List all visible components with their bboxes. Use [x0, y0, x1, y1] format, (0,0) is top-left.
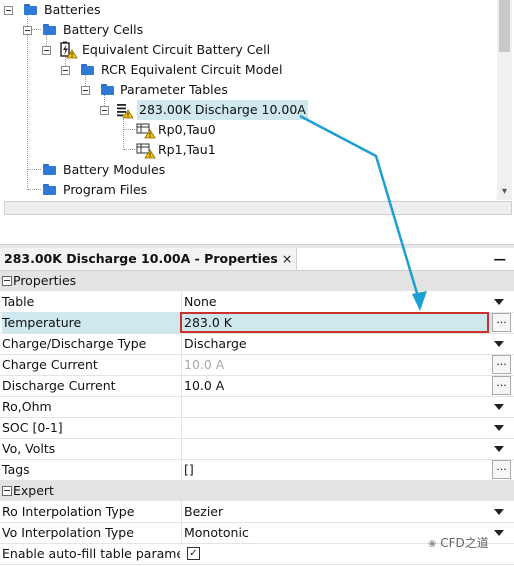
property-name: Ro Interpolation Type [2, 504, 135, 519]
category-properties[interactable]: Properties [0, 271, 514, 291]
property-value[interactable]: [] [181, 459, 492, 480]
property-value[interactable]: 10.0 A [181, 375, 492, 396]
property-value[interactable] [181, 438, 492, 459]
property-name: Discharge Current [2, 378, 116, 393]
property-row-vo-volts[interactable]: Vo, Volts [0, 438, 514, 460]
tree-item-label: 283.00K Discharge 10.00A [137, 100, 308, 120]
property-name: Ro,Ohm [2, 399, 52, 414]
table-warning-icon [136, 123, 156, 139]
collapse-icon[interactable] [23, 26, 32, 35]
property-row-ro-interpolation-type[interactable]: Ro Interpolation Type Bezier [0, 501, 514, 523]
property-row-charge-discharge-type[interactable]: Charge/Discharge Type Discharge [0, 333, 514, 355]
property-name: Vo, Volts [2, 441, 56, 456]
horizontal-scrollbar[interactable] [4, 201, 512, 215]
collapse-icon[interactable] [81, 86, 90, 95]
temperature-highlight-box [180, 312, 489, 333]
properties-tab[interactable]: 283.00K Discharge 10.00A - Properties × [0, 248, 298, 270]
dropdown-arrow-icon[interactable] [494, 509, 504, 515]
tree-item-label: Parameter Tables [120, 82, 228, 97]
minimize-icon[interactable]: — [494, 248, 507, 270]
ellipsis-button[interactable]: ... [492, 376, 511, 395]
property-row-table[interactable]: Table None [0, 291, 514, 313]
category-label: Expert [13, 483, 54, 498]
tree-item-label: RCR Equivalent Circuit Model [101, 62, 283, 77]
tree-item-label: Battery Modules [63, 162, 166, 177]
battery-warning-icon [60, 41, 78, 59]
ellipsis-button[interactable]: ... [492, 355, 511, 374]
ellipsis-button[interactable]: ... [492, 460, 511, 479]
tree-item-label: Program Files [63, 182, 148, 197]
property-name: Charge Current [2, 357, 98, 372]
dropdown-arrow-icon[interactable] [494, 446, 504, 452]
property-name: Vo Interpolation Type [2, 525, 134, 540]
property-value[interactable] [181, 417, 492, 438]
ellipsis-button[interactable]: ... [492, 313, 511, 332]
property-row-charge-current[interactable]: Charge Current 10.0 A ... [0, 354, 514, 376]
property-row-ro-ohm[interactable]: Ro,Ohm [0, 396, 514, 418]
tree-item-label: Rp1,Tau1 [158, 142, 216, 157]
tree-item-label: Rp0,Tau0 [158, 122, 216, 137]
tree-panel: Batteries Battery Cells Equivalent Circu… [0, 0, 514, 200]
property-name: Tags [2, 462, 30, 477]
property-row-tags[interactable]: Tags [] ... [0, 459, 514, 481]
property-name: Charge/Discharge Type [2, 336, 147, 351]
folder-icon [24, 4, 37, 15]
wechat-icon: ❀ [428, 539, 437, 550]
category-label: Properties [13, 273, 77, 288]
property-value[interactable]: 10.0 A [181, 354, 492, 375]
folder-icon [43, 24, 56, 35]
folder-icon [43, 164, 56, 175]
table-warning-icon [136, 143, 156, 159]
property-row-discharge-current[interactable]: Discharge Current 10.0 A ... [0, 375, 514, 397]
dropdown-arrow-icon[interactable] [494, 404, 504, 410]
watermark-text: CFD之道 [440, 536, 489, 550]
collapse-icon[interactable] [4, 6, 13, 15]
vertical-scrollbar[interactable]: ▾ [497, 0, 512, 200]
category-expert[interactable]: Expert [0, 481, 514, 501]
tree-item-label: Equivalent Circuit Battery Cell [82, 42, 271, 57]
collapse-icon[interactable] [100, 106, 109, 115]
scroll-down-icon[interactable]: ▾ [497, 186, 512, 198]
dropdown-arrow-icon[interactable] [494, 299, 504, 305]
property-value[interactable] [181, 396, 492, 417]
table-warning-icon [117, 104, 134, 119]
property-value[interactable]: Bezier [181, 501, 492, 522]
collapse-icon[interactable] [61, 66, 70, 75]
property-value[interactable]: Discharge [181, 333, 492, 354]
tree-item-label: Batteries [44, 2, 101, 17]
close-icon[interactable]: × [282, 251, 292, 266]
scrollbar-thumb[interactable] [499, 0, 510, 52]
folder-icon [43, 184, 56, 195]
property-name: SOC [0-1] [2, 420, 63, 435]
dropdown-arrow-icon[interactable] [494, 341, 504, 347]
collapse-icon[interactable] [2, 276, 12, 286]
properties-tab-title: 283.00K Discharge 10.00A - Properties [4, 251, 278, 266]
tree-item-label: Battery Cells [63, 22, 144, 37]
collapse-icon[interactable] [42, 46, 51, 55]
property-name: Temperature [2, 312, 180, 333]
collapse-icon[interactable] [2, 486, 12, 496]
property-value[interactable]: None [181, 291, 492, 312]
property-row-soc[interactable]: SOC [0-1] [0, 417, 514, 439]
dropdown-arrow-icon[interactable] [494, 425, 504, 431]
watermark: ❀ CFD之道 [428, 534, 489, 551]
auto-fill-checkbox[interactable]: ✓ [187, 547, 200, 560]
properties-header: 283.00K Discharge 10.00A - Properties × — [0, 248, 514, 271]
dropdown-arrow-icon[interactable] [494, 530, 504, 536]
property-name: Table [2, 294, 35, 309]
property-name: Enable auto-fill table parame [2, 546, 180, 561]
folder-icon [101, 84, 114, 95]
folder-icon [81, 64, 94, 75]
